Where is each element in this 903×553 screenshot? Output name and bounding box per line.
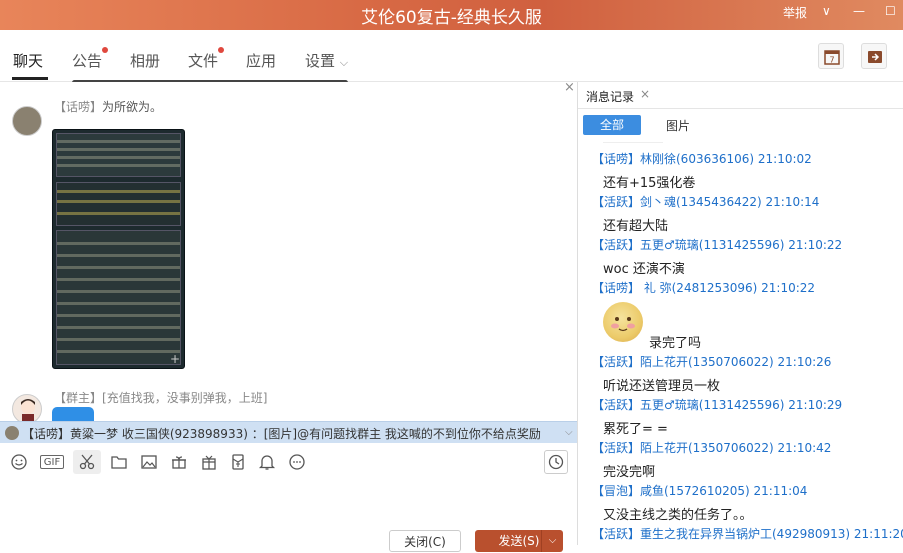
member-signature: 为所欲为。 <box>102 100 163 114</box>
history-sender: 【话唠】林刚徐(603636106) 21:10:02 <box>592 152 812 166</box>
tab-album[interactable]: 相册 <box>130 50 160 71</box>
chevron-down-icon: ⌵ <box>339 56 349 69</box>
emoji-icon[interactable] <box>10 453 28 471</box>
minimize-button[interactable]: — <box>853 4 865 18</box>
expand-icon[interactable]: + <box>170 352 180 366</box>
history-list[interactable]: 【话唠】林刚徐(603636106) 21:10:02 还有+15强化卷 【活跃… <box>578 142 903 545</box>
chevron-down-icon[interactable]: ⌵ <box>541 530 563 552</box>
history-message: 又没主线之类的任务了。。 <box>603 508 753 523</box>
close-icon[interactable]: × <box>640 87 650 101</box>
history-sender: 【活跃】五更♂琉璃(1131425596) 21:10:29 <box>592 398 843 412</box>
send-label: 发送(S) <box>498 534 540 548</box>
avatar[interactable] <box>12 394 42 422</box>
tab-label: 应用 <box>246 52 277 70</box>
collapse-icon[interactable]: ∨ <box>822 4 831 18</box>
member-title: 【群主】 <box>54 391 103 405</box>
tab-label: 聊天 <box>13 52 44 70</box>
history-message: woc 还演不演 <box>603 262 685 277</box>
history-sender: 【活跃】陌上花开(1350706022) 21:10:42 <box>592 441 832 455</box>
history-tab[interactable]: 消息记录 <box>586 88 634 105</box>
message-history-panel: 消息记录 × 全部 图片 【话唠】林刚徐(603636106) 21:10:02… <box>578 82 903 545</box>
window-title: 艾伦60复古-经典长久服 <box>361 8 542 28</box>
history-sender: 【话唠】 礼 弥(2481253096) 21:10:22 <box>592 281 816 295</box>
history-icon[interactable] <box>544 450 568 474</box>
title-bar: 艾伦60复古-经典长久服 举报 ∨ — ☐ <box>0 0 903 30</box>
history-message: 还有超大陆 <box>603 219 669 234</box>
history-sender: 【活跃】剑丶魂(1345436422) 21:10:14 <box>592 195 820 209</box>
maximize-button[interactable]: ☐ <box>885 4 896 18</box>
active-tab-indicator <box>12 77 48 80</box>
report-button[interactable]: 举报 <box>783 4 807 21</box>
scissors-icon[interactable] <box>73 450 101 474</box>
tab-label: 公告 <box>72 52 103 70</box>
chat-area[interactable]: × 【话唠】为所欲为。 + 【群主】[充值找我，没事别弹我，上班] <box>0 82 577 422</box>
tab-apps[interactable]: 应用 <box>246 50 276 71</box>
message-header: 【话唠】为所欲为。 <box>54 98 162 115</box>
history-sender: 【活跃】陌上花开(1350706022) 21:10:26 <box>592 355 832 369</box>
filter-all-button[interactable]: 全部 <box>583 115 641 135</box>
tab-label: 相册 <box>130 52 161 70</box>
tab-announcement[interactable]: 公告 <box>72 47 109 71</box>
calendar-icon[interactable]: 7 <box>818 43 844 69</box>
unread-dot <box>102 47 109 53</box>
tab-files[interactable]: 文件 <box>188 47 225 71</box>
tab-chat[interactable]: 聊天 <box>13 50 43 71</box>
gift-icon[interactable] <box>170 453 188 471</box>
chevron-down-icon[interactable]: ⌵ <box>565 427 573 438</box>
tab-label: 文件 <box>188 52 219 70</box>
close-icon[interactable]: × <box>564 82 575 95</box>
message-header: 【群主】[充值找我，没事别弹我，上班] <box>54 389 267 406</box>
tab-bar: 聊天 公告 相册 文件 应用 设置 ⌵ <box>0 30 903 85</box>
send-button[interactable]: 发送(S) ⌵ <box>475 530 563 552</box>
history-message: 完没完啊 <box>603 465 656 480</box>
avatar <box>5 426 19 440</box>
close-button[interactable]: 关闭(C) <box>389 530 461 552</box>
member-title: 【话唠】 <box>54 100 103 114</box>
tab-settings[interactable]: 设置 ⌵ <box>305 50 348 71</box>
emoji-image[interactable] <box>603 302 643 342</box>
chat-image[interactable]: + <box>52 129 185 369</box>
history-message: 听说还送管理员一枚 <box>603 379 721 394</box>
more-icon[interactable] <box>288 453 306 471</box>
avatar[interactable] <box>12 106 42 136</box>
member-signature: [充值找我，没事别弹我，上班] <box>102 391 268 405</box>
red-packet-icon[interactable] <box>229 453 247 471</box>
pinned-message-text: 【话唠】黄粱一梦 收三国侠(923898933) ：[图片]@有问题找群主 我这… <box>22 427 541 441</box>
share-icon[interactable] <box>861 43 887 69</box>
filter-image-button[interactable]: 图片 <box>666 117 690 134</box>
tab-label: 设置 <box>305 52 336 70</box>
history-message: 还有+15强化卷 <box>603 176 696 191</box>
history-sender: 【活跃】重生之我在异界当锅炉工(492980913) 21:11:20 <box>592 527 903 541</box>
history-sender: 【活跃】五更♂琉璃(1131425596) 21:10:22 <box>592 238 843 252</box>
history-message: 录完了吗 <box>649 336 702 351</box>
input-toolbar: GIF <box>0 446 577 478</box>
image-icon[interactable] <box>140 453 158 471</box>
present-icon[interactable] <box>200 453 218 471</box>
chat-bubble[interactable] <box>52 407 94 422</box>
svg-text:7: 7 <box>829 56 834 65</box>
gif-icon[interactable]: GIF <box>40 455 64 469</box>
pinned-message-bar[interactable]: 【话唠】黄粱一梦 收三国侠(923898933) ：[图片]@有问题找群主 我这… <box>0 421 577 443</box>
history-message: 累死了= = <box>603 422 668 437</box>
history-sender: 【冒泡】咸鱼(1572610205) 21:11:04 <box>592 484 808 498</box>
bell-icon[interactable] <box>258 453 276 471</box>
folder-icon[interactable] <box>110 453 128 471</box>
unread-dot <box>218 47 225 53</box>
